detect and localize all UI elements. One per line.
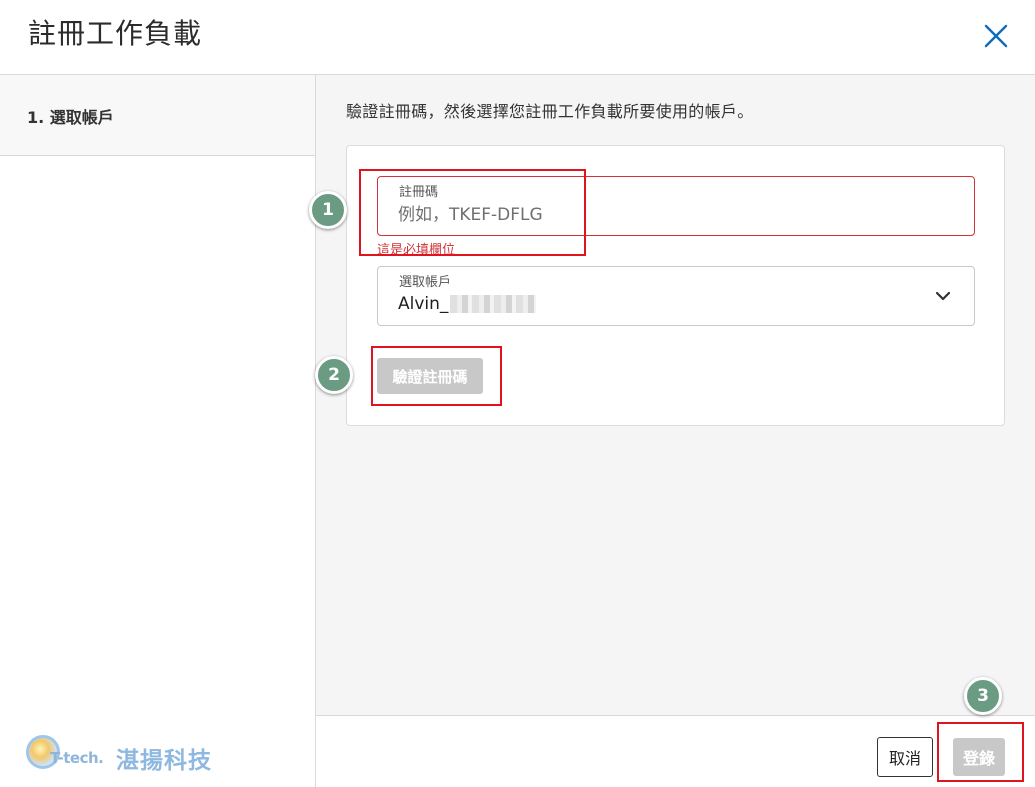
account-select[interactable]: 選取帳戶 Alvin_ [377,266,975,326]
registration-code-error: 這是必填欄位 [377,243,456,258]
dialog-header: 註冊工作負載 [0,0,1035,75]
logo-company-text: 湛揚科技 [116,748,212,774]
registration-code-input[interactable] [398,203,938,227]
chevron-down-icon[interactable] [935,290,951,302]
registration-code-label: 註冊碼 [399,185,439,200]
account-name: Alvin_ [398,294,449,314]
instruction-text: 驗證註冊碼，然後選擇您註冊工作負載所要使用的帳戶。 [346,102,754,121]
annotation-badge-2: 2 [315,356,353,394]
register-workload-dialog: 註冊工作負載 1. 選取帳戶 T-tech. 湛揚科技 驗證註冊碼，然後選擇您註… [0,0,1035,787]
form-card: 註冊碼 這是必填欄位 選取帳戶 Alvin_ 驗證註冊碼 [346,145,1005,426]
annotation-badge-3: 3 [964,677,1002,715]
annotation-badge-1: 1 [309,191,347,229]
watermark-logo: T-tech. 湛揚科技 [24,733,234,777]
step-label: 1. 選取帳戶 [27,108,114,127]
registration-code-field[interactable]: 註冊碼 [377,176,975,236]
dialog-footer: 取消 登錄 [316,715,1035,787]
close-button[interactable] [980,20,1012,52]
register-button[interactable]: 登錄 [953,738,1005,776]
main-panel: 驗證註冊碼，然後選擇您註冊工作負載所要使用的帳戶。 註冊碼 這是必填欄位 選取帳… [316,75,1035,715]
sidebar-step-select-account[interactable]: 1. 選取帳戶 [0,75,315,156]
dialog-title: 註冊工作負載 [28,17,203,50]
account-select-label: 選取帳戶 [399,275,452,290]
logo-brand-text: T-tech. [50,749,104,767]
steps-sidebar: 1. 選取帳戶 [0,75,316,787]
redacted-account-suffix [450,295,537,313]
cancel-button[interactable]: 取消 [877,737,933,777]
account-select-value: Alvin_ [398,294,537,314]
close-icon [984,24,1008,48]
verify-registration-code-button[interactable]: 驗證註冊碼 [377,358,483,394]
